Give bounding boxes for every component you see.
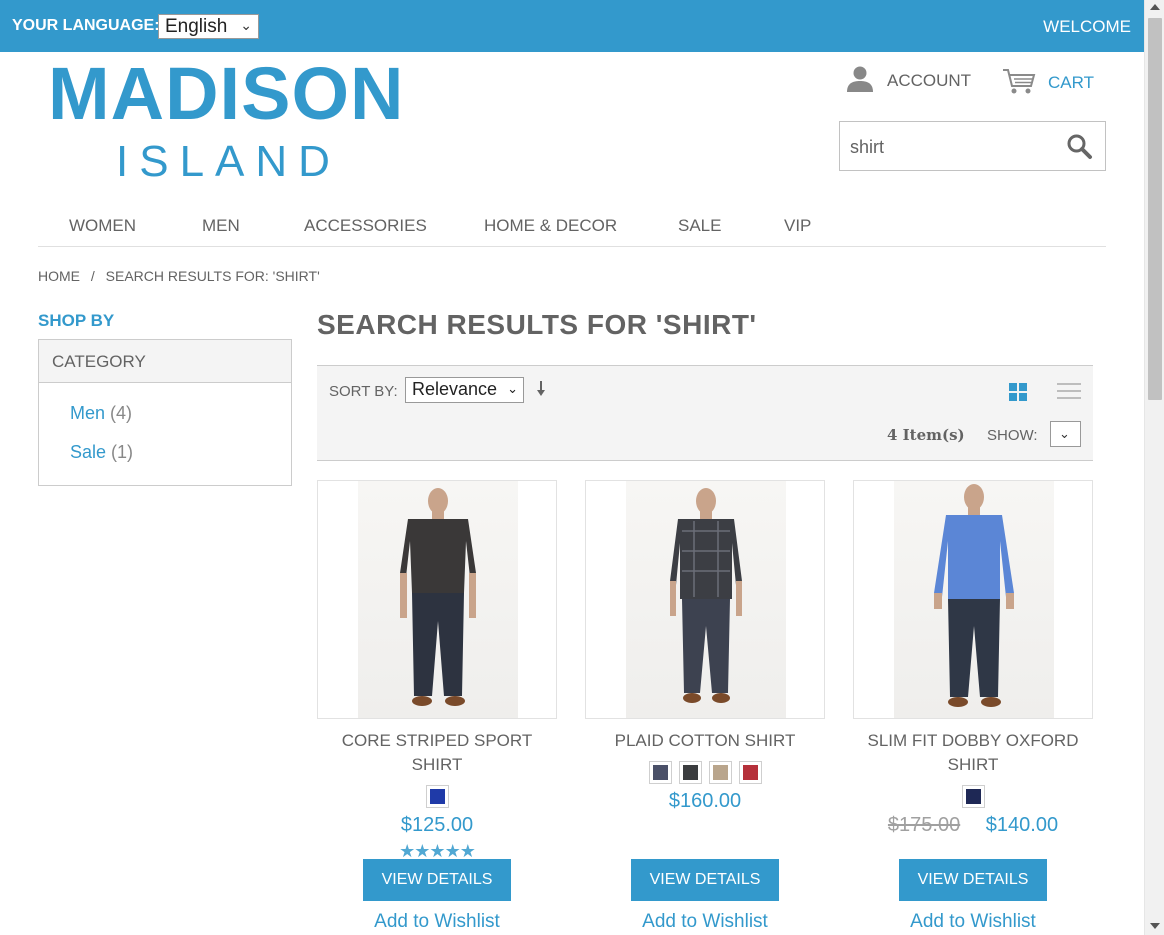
breadcrumb-current: SEARCH RESULTS FOR: 'SHIRT'	[105, 268, 320, 284]
scrollbar-thumb[interactable]	[1148, 18, 1162, 400]
shop-by-heading: SHOP BY	[38, 311, 115, 330]
cart-link[interactable]: CART	[1002, 68, 1094, 98]
cart-icon	[1002, 67, 1036, 100]
product-price: $160.00	[668, 790, 742, 812]
add-to-wishlist-link[interactable]: Add to Wishlist	[317, 911, 557, 933]
list-view-icon[interactable]	[1057, 381, 1081, 406]
user-icon	[845, 65, 875, 98]
chevron-down-icon: ⌄	[240, 17, 252, 33]
product-name[interactable]: PLAID COTTON SHIRT	[585, 729, 825, 753]
color-swatch[interactable]	[738, 761, 762, 784]
breadcrumb: HOME / SEARCH RESULTS FOR: 'SHIRT'	[38, 268, 320, 284]
color-swatch[interactable]	[648, 761, 672, 784]
scroll-up-icon[interactable]	[1150, 4, 1160, 10]
view-details-button[interactable]: VIEW DETAILS	[631, 859, 779, 901]
category-filter: CATEGORY Men (4) Sale (1)	[38, 339, 292, 486]
product-image[interactable]	[585, 480, 825, 719]
nav-item-men[interactable]: MEN	[202, 216, 240, 236]
view-details-button[interactable]: VIEW DETAILS	[363, 859, 511, 901]
category-item-sale[interactable]: Sale (1)	[39, 442, 291, 481]
sort-select[interactable]: Relevance ⌄	[405, 377, 524, 403]
add-to-wishlist-link[interactable]: Add to Wishlist	[585, 911, 825, 933]
color-swatches	[853, 785, 1093, 808]
color-swatch[interactable]	[708, 761, 732, 784]
product-image[interactable]	[853, 480, 1093, 719]
nav-item-vip[interactable]: VIP	[784, 216, 811, 236]
category-item-men[interactable]: Men (4)	[39, 403, 291, 442]
nav-item-sale[interactable]: SALE	[678, 216, 721, 236]
color-swatch[interactable]	[678, 761, 702, 784]
category-name: Sale	[70, 442, 107, 462]
show-label: SHOW:	[987, 427, 1038, 444]
language-label: YOUR LANGUAGE:	[12, 17, 160, 34]
product-card: PLAID COTTON SHIRT $160.00 VIEW DETAILS …	[585, 480, 825, 932]
search-input[interactable]: shirt	[839, 121, 1106, 171]
category-name: Men	[70, 403, 106, 423]
breadcrumb-separator: /	[90, 268, 95, 284]
sort-label: SORT BY:	[329, 383, 398, 400]
cart-label: CART	[1048, 73, 1094, 92]
main-nav: WOMEN MEN ACCESSORIES HOME & DECOR SALE …	[38, 206, 1106, 247]
product-card: SLIM FIT DOBBY OXFORD SHIRT $175.00 $140…	[853, 480, 1093, 932]
nav-item-home-decor[interactable]: HOME & DECOR	[484, 216, 617, 236]
chevron-down-icon: ⌄	[507, 381, 518, 396]
search-value: shirt	[850, 137, 885, 157]
nav-item-women[interactable]: WOMEN	[69, 216, 136, 236]
account-label: ACCOUNT	[887, 71, 972, 90]
item-count: 4 Item(s)	[887, 426, 965, 444]
category-count: (1)	[111, 442, 134, 462]
page-scrollbar[interactable]	[1144, 0, 1164, 935]
account-link[interactable]: ACCOUNT	[845, 66, 971, 96]
category-filter-title[interactable]: CATEGORY	[39, 340, 291, 383]
breadcrumb-home[interactable]: HOME	[38, 268, 80, 284]
product-price-block: $175.00 $140.00	[853, 814, 1093, 837]
show-select[interactable]: ⌄	[1050, 421, 1081, 447]
color-swatches	[317, 785, 557, 808]
welcome-text: WELCOME	[1043, 17, 1131, 36]
sort-value: Relevance	[412, 379, 498, 399]
language-value: English	[165, 16, 228, 37]
nav-item-accessories[interactable]: ACCESSORIES	[304, 216, 427, 236]
product-price: $140.00	[985, 814, 1059, 836]
view-details-button[interactable]: VIEW DETAILS	[899, 859, 1047, 901]
model-figure	[670, 488, 742, 703]
grid-view-icon[interactable]	[1009, 383, 1027, 406]
add-to-wishlist-link[interactable]: Add to Wishlist	[853, 911, 1093, 933]
product-price: $125.00	[400, 814, 474, 836]
old-price: $175.00	[887, 814, 961, 836]
product-name[interactable]: CORE STRIPED SPORT SHIRT	[317, 729, 557, 777]
scroll-down-icon[interactable]	[1150, 923, 1160, 929]
results-toolbar: SORT BY: Relevance ⌄ 4 Item(s) SHOW: ⌄	[317, 365, 1093, 461]
chevron-down-icon: ⌄	[1059, 426, 1070, 441]
model-figure	[400, 488, 476, 706]
sort-direction-icon[interactable]	[536, 380, 546, 403]
color-swatch[interactable]	[961, 785, 985, 808]
color-swatch[interactable]	[425, 785, 449, 808]
logo-text-bottom: ISLAND	[116, 137, 341, 186]
category-count: (4)	[110, 403, 133, 423]
logo-text-top: MADISON	[48, 52, 405, 135]
product-card: CORE STRIPED SPORT SHIRT $125.00 ★★★★★ V…	[317, 480, 557, 932]
search-icon[interactable]	[1066, 133, 1093, 165]
site-logo[interactable]: MADISON ISLAND	[48, 56, 403, 186]
page-title: SEARCH RESULTS FOR 'SHIRT'	[317, 309, 757, 340]
language-select[interactable]: English ⌄	[158, 14, 259, 39]
category-list: Men (4) Sale (1)	[39, 383, 291, 481]
top-bar: YOUR LANGUAGE: English ⌄ WELCOME	[0, 0, 1144, 52]
color-swatches	[585, 761, 825, 784]
model-figure	[934, 484, 1014, 707]
product-image[interactable]	[317, 480, 557, 719]
product-name[interactable]: SLIM FIT DOBBY OXFORD SHIRT	[853, 729, 1093, 777]
